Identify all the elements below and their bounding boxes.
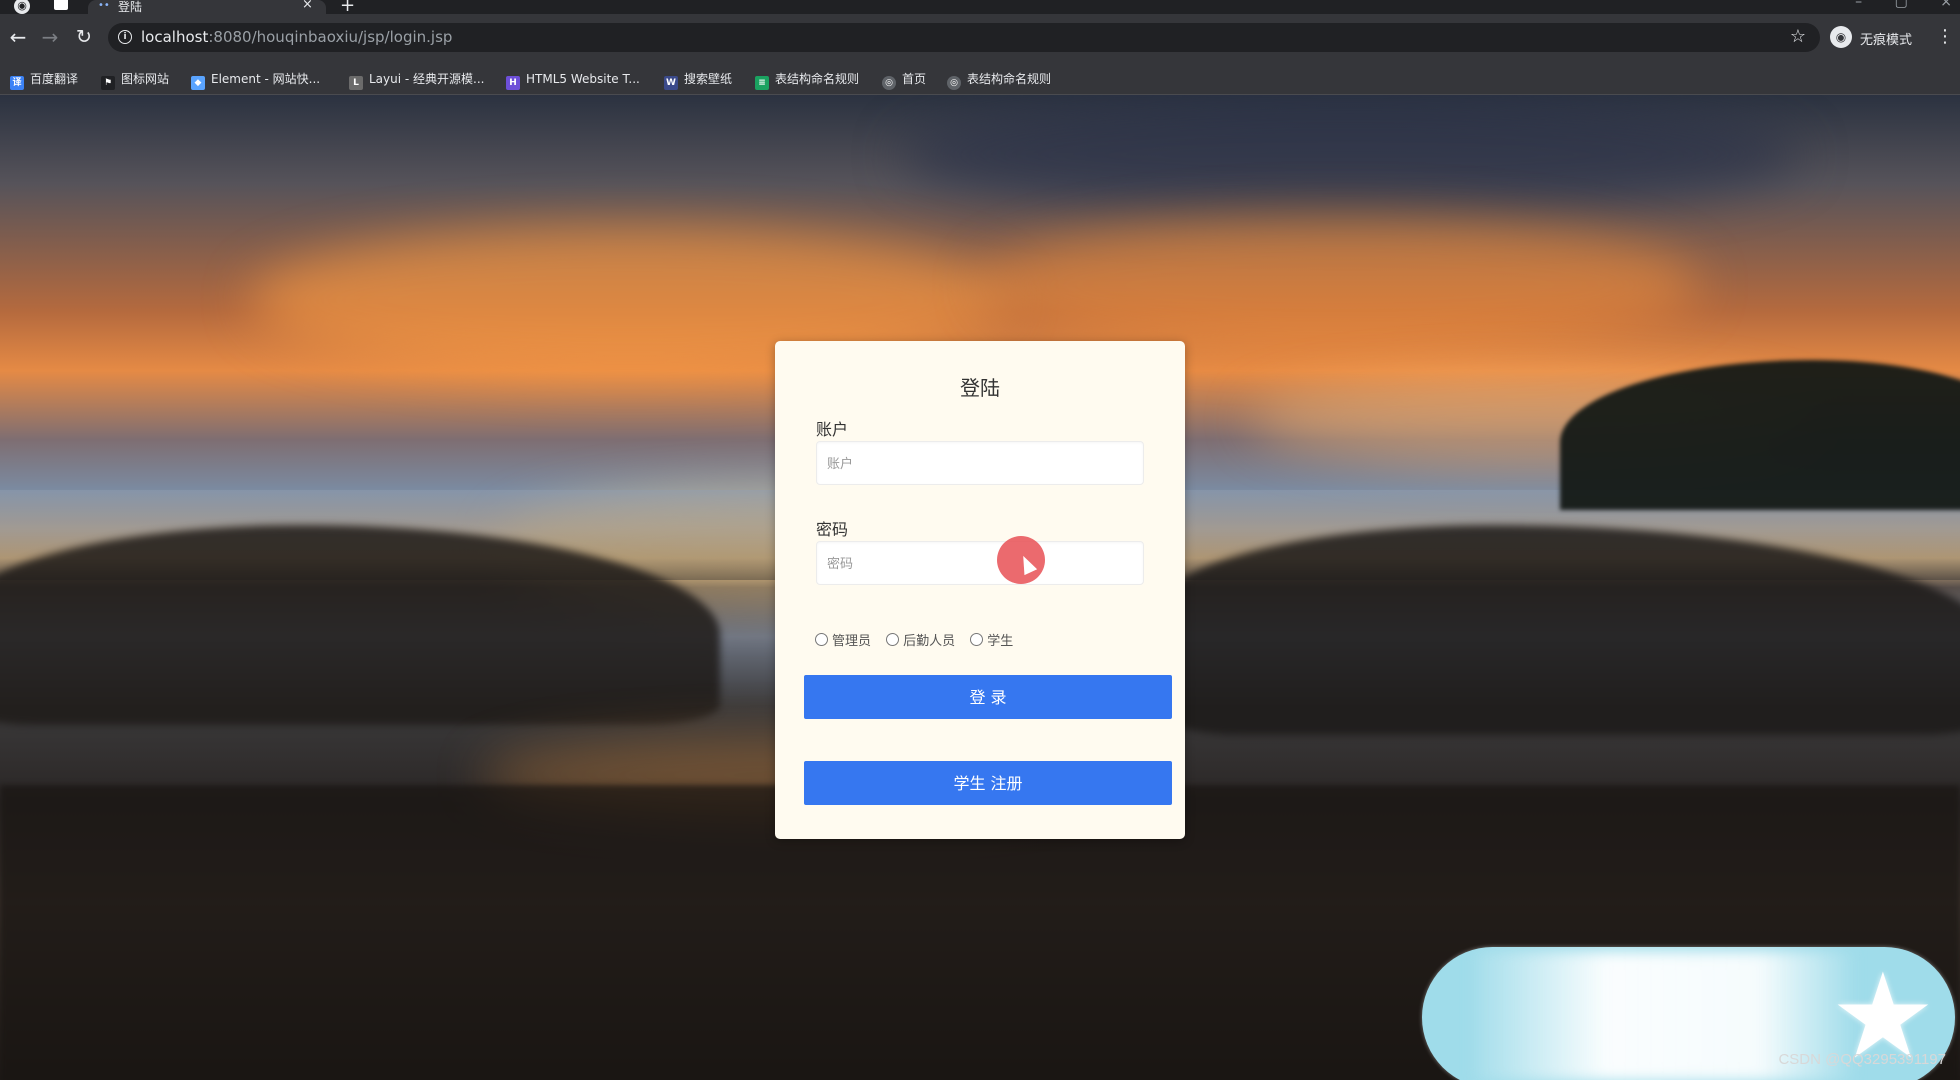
login-page: 登陆 账户 密码 管理员 后勤人员 学生 登 录 学生 注册 ★: [0, 95, 1960, 1080]
html5-icon: H: [506, 76, 520, 90]
element-icon: ◆: [191, 76, 205, 90]
login-title: 登陆: [960, 376, 1000, 400]
bookmark-item[interactable]: ◎ 表结构命名规则: [947, 70, 1052, 90]
browser-menu-icon[interactable]: ⋮: [1936, 26, 1954, 47]
app-root: ◉ •• 登陆 × + – ▢ × ← → ↻ i localhost:8080…: [0, 0, 1960, 1080]
address-bar[interactable]: i localhost:8080/houqinbaoxiu/jsp/login.…: [108, 23, 1820, 52]
bookmark-label: 首页: [902, 72, 927, 86]
password-input[interactable]: [816, 541, 1144, 585]
bookmark-item[interactable]: H HTML5 Website T...: [506, 70, 640, 90]
account-input[interactable]: [816, 441, 1144, 485]
bookmark-label: 表结构命名规则: [775, 72, 860, 86]
close-window-icon[interactable]: ×: [1940, 0, 1952, 10]
bookmark-item[interactable]: L Layui - 经典开源模...: [349, 70, 485, 90]
role-logistics-option[interactable]: 后勤人员: [886, 630, 955, 649]
baidu-translate-icon: 译: [10, 76, 24, 90]
role-admin-option[interactable]: 管理员: [815, 630, 871, 649]
bookmark-label: 图标网站: [121, 72, 170, 86]
bookmark-label: HTML5 Website T...: [526, 72, 640, 86]
tab-login[interactable]: •• 登陆 ×: [88, 0, 326, 14]
reload-icon[interactable]: ↻: [72, 25, 96, 49]
minimize-icon[interactable]: –: [1855, 0, 1862, 10]
background-cloud: [980, 215, 1700, 355]
student-register-button[interactable]: 学生 注册: [804, 761, 1172, 805]
login-button[interactable]: 登 录: [804, 675, 1172, 719]
bookmark-label: Layui - 经典开源模...: [369, 72, 485, 86]
role-label: 后勤人员: [903, 634, 956, 649]
radio-button[interactable]: [815, 633, 828, 646]
login-form: 登陆 账户 密码 管理员 后勤人员 学生 登 录 学生 注册: [775, 341, 1185, 839]
tab-title: 登陆: [118, 0, 143, 14]
url-host: localhost: [141, 28, 209, 46]
bookmark-label: 百度翻译: [30, 72, 79, 86]
url-text[interactable]: localhost:8080/houqinbaoxiu/jsp/login.js…: [141, 28, 452, 46]
page-icon[interactable]: [54, 0, 68, 10]
back-icon[interactable]: ←: [6, 25, 30, 49]
password-label: 密码: [816, 520, 849, 539]
incognito-icon: ◉: [1830, 26, 1852, 48]
bookmark-item[interactable]: ≡ 表结构命名规则: [755, 70, 860, 90]
forward-icon[interactable]: →: [38, 25, 62, 49]
watermark: CSDN @QQ3295391197: [1778, 1051, 1946, 1068]
browser-toolbar: ← → ↻ i localhost:8080/houqinbaoxiu/jsp/…: [0, 14, 1960, 64]
bookmark-item[interactable]: W 搜索壁纸: [664, 70, 733, 90]
tab-strip: ◉ •• 登陆 × + – ▢ ×: [0, 0, 1960, 16]
tab-close-icon[interactable]: ×: [302, 0, 313, 12]
globe-icon: ◎: [882, 76, 896, 90]
maximize-icon[interactable]: ▢: [1895, 0, 1908, 10]
radio-button[interactable]: [970, 633, 984, 646]
globe-icon[interactable]: ◉: [14, 0, 30, 14]
flag-icon: ⚑: [101, 76, 115, 90]
incognito-label: 无痕模式: [1860, 33, 1913, 48]
loading-dots-icon: ••: [98, 0, 110, 11]
layui-icon: L: [349, 76, 363, 90]
bookmark-label: Element - 网站快...: [211, 72, 321, 86]
bookmark-item[interactable]: ◆ Element - 网站快...: [191, 70, 321, 90]
bookmark-label: 表结构命名规则: [967, 72, 1052, 86]
bookmark-star-icon[interactable]: ☆: [1790, 26, 1806, 47]
role-student-option[interactable]: 学生: [970, 630, 1013, 649]
sheet-icon: ≡: [755, 76, 769, 90]
wallpaper-icon: W: [664, 76, 678, 90]
background-sky: [900, 95, 1800, 215]
bookmark-item[interactable]: ◎ 首页: [882, 70, 927, 90]
bookmark-item[interactable]: 译百度翻译: [10, 70, 79, 90]
radio-button[interactable]: [886, 633, 900, 646]
globe-icon: ◎: [947, 76, 961, 90]
role-radio-group: 管理员 后勤人员 学生: [815, 629, 1023, 649]
role-label: 学生: [987, 634, 1014, 649]
url-path: :8080/houqinbaoxiu/jsp/login.jsp: [208, 28, 453, 46]
bookmark-label: 搜索壁纸: [684, 72, 733, 86]
window-controls: – ▢ ×: [1827, 0, 1952, 10]
bookmark-item[interactable]: ⚑ 图标网站: [101, 70, 170, 90]
site-info-icon[interactable]: i: [118, 30, 132, 44]
account-label: 账户: [816, 420, 849, 439]
bookmarks-bar: 译百度翻译 ⚑ 图标网站 ◆ Element - 网站快... L Layui - 经…: [0, 64, 1960, 95]
role-label: 管理员: [832, 634, 872, 649]
